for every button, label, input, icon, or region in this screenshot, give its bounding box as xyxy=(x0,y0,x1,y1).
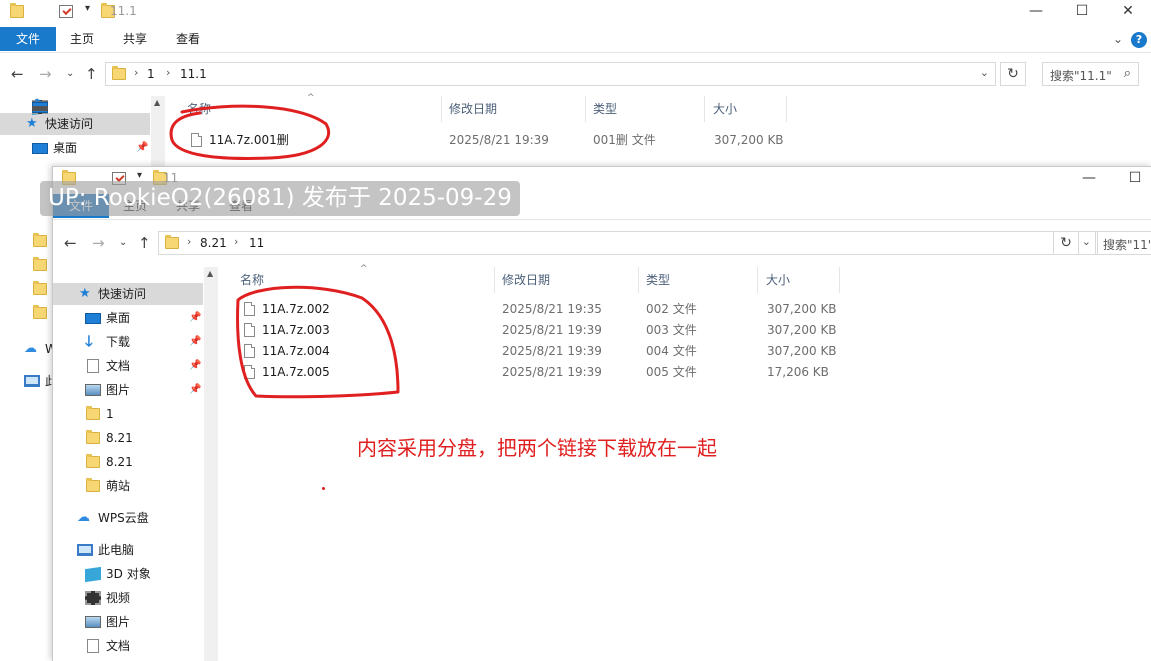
circle-back-file xyxy=(169,104,331,160)
annotation-dot xyxy=(322,487,325,490)
watermark-banner: UP: RookieO2(26081) 发布于 2025-09-29 xyxy=(40,181,520,216)
circle-front-files xyxy=(236,285,400,399)
annotation-note: 内容采用分盘，把两个链接下载放在一起 xyxy=(357,436,717,460)
red-ink-annotations xyxy=(169,104,400,399)
